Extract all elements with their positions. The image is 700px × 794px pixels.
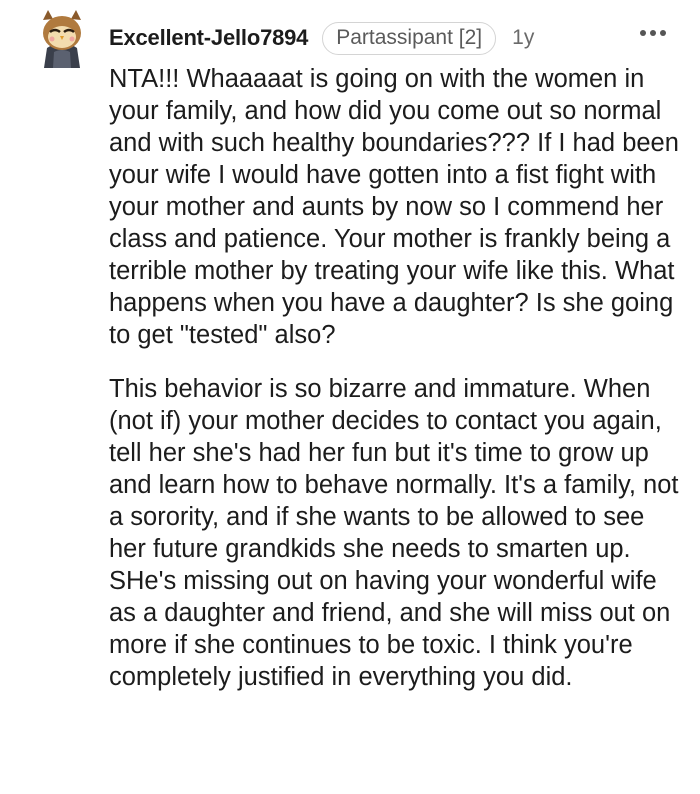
more-options-icon xyxy=(650,30,656,36)
comment-paragraph: NTA!!! Whaaaaat is going on with the wom… xyxy=(109,65,679,349)
user-avatar[interactable] xyxy=(34,8,90,68)
comment-header: Excellent-Jello7894 Partassipant [2] 1y xyxy=(109,20,534,56)
more-options-icon xyxy=(660,30,666,36)
user-flair-badge: Partassipant [2] xyxy=(322,21,497,55)
owl-avatar-icon xyxy=(43,10,81,68)
comment-body: NTA!!! Whaaaaat is going on with the wom… xyxy=(109,63,684,715)
comment-age[interactable]: 1y xyxy=(512,26,534,50)
username-link[interactable]: Excellent-Jello7894 xyxy=(109,25,308,51)
more-options-icon xyxy=(640,30,646,36)
more-options-button[interactable] xyxy=(640,28,666,38)
comment-paragraph: This behavior is so bizarre and immature… xyxy=(109,375,679,691)
comment: Excellent-Jello7894 Partassipant [2] 1y … xyxy=(0,0,700,794)
